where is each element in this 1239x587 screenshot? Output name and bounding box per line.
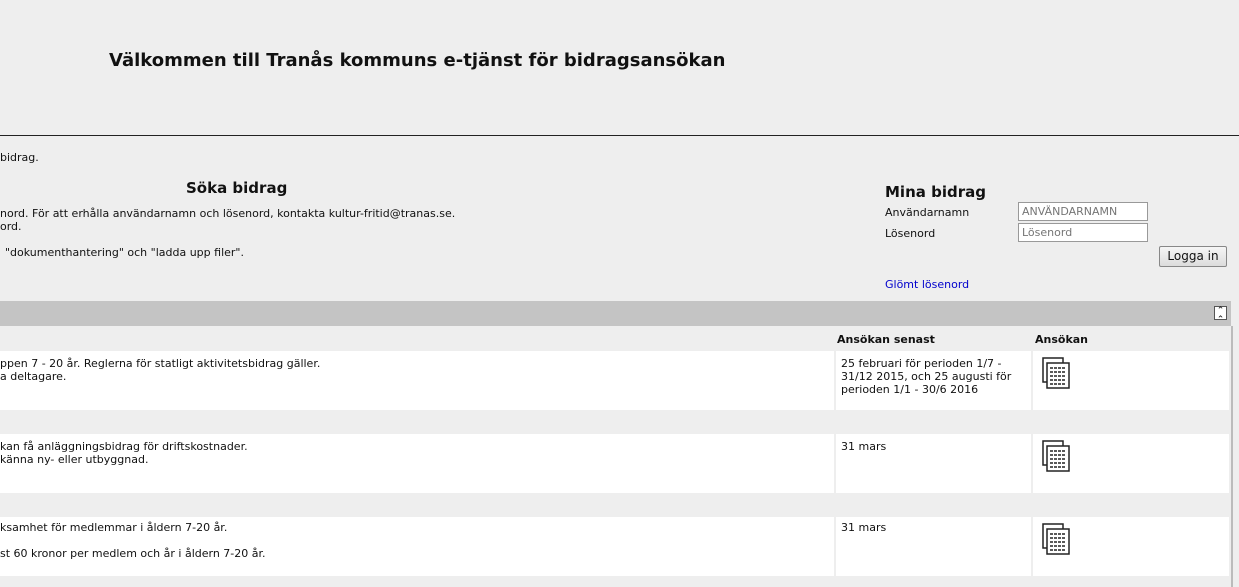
row-description: ksamhet för medlemmar i åldern 7-20 år.: [0, 521, 228, 534]
username-label: Användarnamn: [885, 206, 970, 219]
username-input[interactable]: [1018, 202, 1148, 221]
row-description: st 60 kronor per medlem och år i åldern …: [0, 547, 266, 560]
row-deadline: 31 mars: [841, 440, 887, 453]
password-input[interactable]: [1018, 223, 1148, 242]
table-row: ksamhet för medlemmar i åldern 7-20 år. …: [0, 517, 1229, 576]
soka-text-line3: "dokumenthantering" och "ladda upp filer…: [5, 246, 244, 259]
row-description: kan få anläggningsbidrag för driftskostn…: [0, 440, 248, 453]
document-icon[interactable]: [1039, 440, 1071, 472]
forgot-password-link[interactable]: Glömt lösenord: [885, 278, 969, 291]
row-description: känna ny- eller utbyggnad.: [0, 453, 149, 466]
row-deadline: 31 mars: [841, 521, 887, 534]
login-button[interactable]: Logga in: [1159, 246, 1227, 267]
mina-bidrag-heading: Mina bidrag: [885, 183, 986, 201]
header-apply: Ansökan: [1035, 333, 1089, 346]
table-row: kan få anläggningsbidrag för driftskostn…: [0, 434, 1229, 493]
table-toolbar: [0, 301, 1231, 326]
table-border: [1231, 326, 1233, 587]
password-label: Lösenord: [885, 227, 936, 240]
table-row: ppen 7 - 20 år. Reglerna för statligt ak…: [0, 351, 1229, 410]
intro-text: bidrag.: [0, 151, 39, 164]
document-icon[interactable]: [1039, 357, 1071, 389]
soka-bidrag-heading: Söka bidrag: [186, 179, 288, 197]
page-title: Välkommen till Tranås kommuns e-tjänst f…: [109, 50, 726, 71]
soka-text-line2: ord.: [0, 220, 22, 233]
row-description: ppen 7 - 20 år. Reglerna för statligt ak…: [0, 357, 321, 370]
header-deadline: Ansökan senast: [837, 333, 935, 346]
document-icon[interactable]: [1039, 523, 1071, 555]
soka-text-line1: nord. För att erhålla användarnamn och l…: [0, 207, 456, 220]
page-header: Välkommen till Tranås kommuns e-tjänst f…: [0, 0, 1239, 136]
row-description: a deltagare.: [0, 370, 67, 383]
row-deadline: 25 februari för perioden 1/7 - 31/12 201…: [841, 357, 1012, 396]
collapse-icon[interactable]: ⌃ ⌃: [1214, 306, 1227, 325]
